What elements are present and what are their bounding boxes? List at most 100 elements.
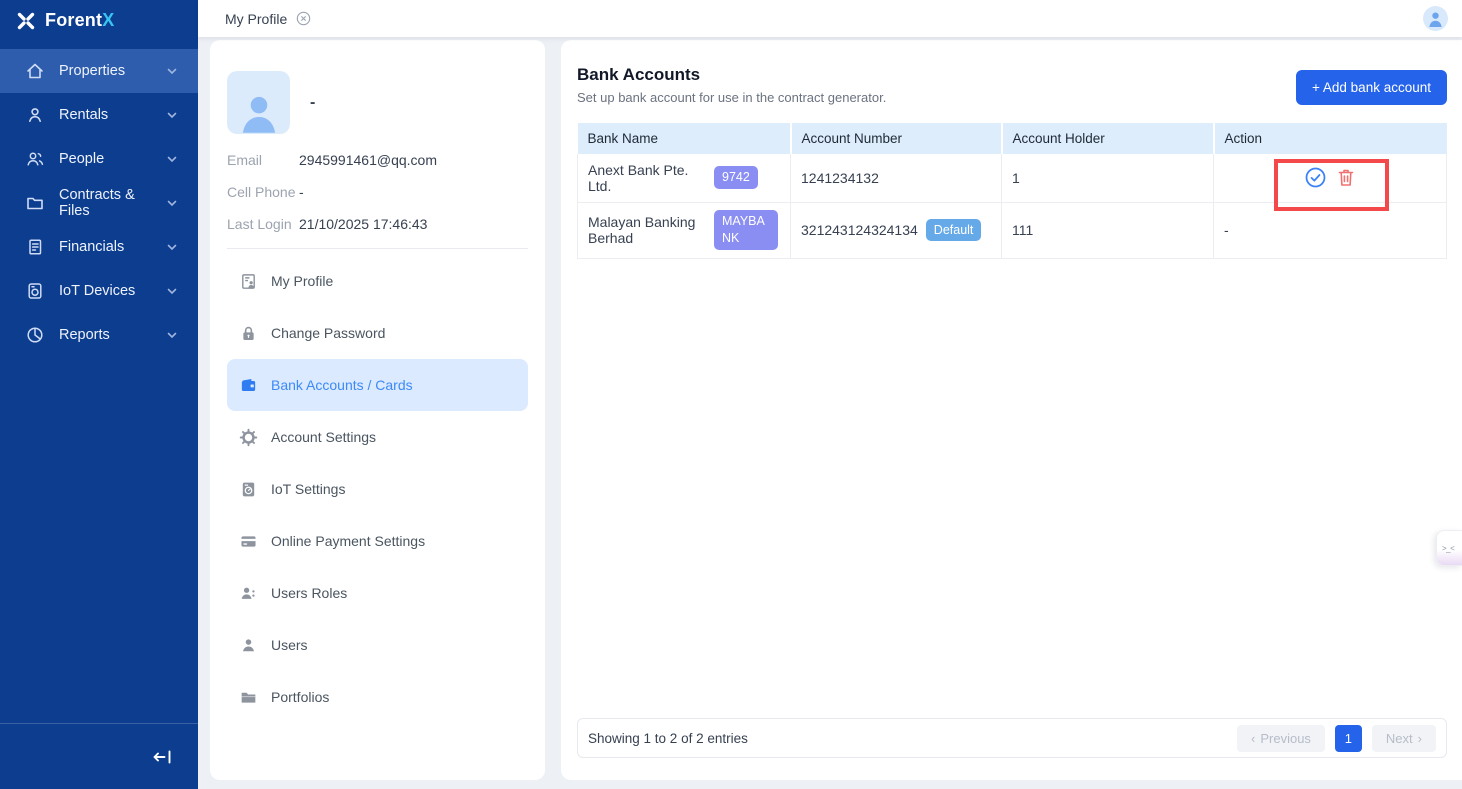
page-1-button[interactable]: 1 (1335, 725, 1362, 752)
table-footer: Showing 1 to 2 of 2 entries ‹ Previous 1… (577, 718, 1447, 758)
profile-field-last-login: Last Login 21/10/2025 17:46:43 (227, 216, 528, 232)
add-bank-account-button[interactable]: + Add bank account (1296, 70, 1447, 105)
sidebar-item-properties[interactable]: Properties (0, 49, 198, 93)
main-area: My Profile - Email 2945991461@qq.com Cel (198, 0, 1462, 789)
users-roles-icon (239, 584, 258, 603)
cell-bank-name: Malayan Banking Berhad MAYBANK (578, 202, 791, 258)
table-header-row: Bank Name Account Number Account Holder … (578, 123, 1447, 154)
profile-display-name: - (310, 94, 315, 112)
bank-code-badge: MAYBANK (714, 210, 778, 250)
feedback-widget-tab[interactable]: >_< (1436, 530, 1462, 566)
people-icon (25, 149, 45, 169)
cell-bank-name: Anext Bank Pte. Ltd. 9742 (578, 154, 791, 202)
profile-menu: My Profile Change Password Bank Accounts… (227, 255, 528, 723)
cell-action (1214, 154, 1447, 202)
close-circle-icon[interactable] (296, 11, 311, 26)
brand: ForentX (0, 0, 198, 41)
chevron-down-icon (166, 241, 178, 253)
menu-item-users-roles[interactable]: Users Roles (227, 567, 528, 619)
menu-item-portfolios[interactable]: Portfolios (227, 671, 528, 723)
tab-label: My Profile (225, 11, 287, 27)
menu-item-bank-accounts-cards[interactable]: Bank Accounts / Cards (227, 359, 528, 411)
cell-action: - (1214, 202, 1447, 258)
menu-item-online-payment-settings[interactable]: Online Payment Settings (227, 515, 528, 567)
sidebar-item-reports[interactable]: Reports (0, 313, 198, 357)
profile-header: - (227, 71, 528, 134)
cell-account-number: 321243124324134 Default (791, 202, 1002, 258)
user-icon (239, 636, 258, 655)
delete-trash-icon[interactable] (1336, 167, 1356, 188)
brand-logo-icon (16, 11, 36, 31)
user-avatar-icon (1426, 10, 1445, 27)
next-page-button[interactable]: Next › (1372, 725, 1436, 752)
chevron-down-icon (166, 153, 178, 165)
chevron-down-icon (166, 109, 178, 121)
menu-item-my-profile[interactable]: My Profile (227, 255, 528, 307)
column-header-bank-name: Bank Name (578, 123, 791, 154)
emoticon-face: >_< (1442, 544, 1454, 553)
content-area: - Email 2945991461@qq.com Cell Phone - L… (198, 37, 1462, 789)
default-badge: Default (926, 219, 982, 242)
chevron-right-icon: › (1418, 731, 1422, 746)
pagination: ‹ Previous 1 Next › (1237, 725, 1436, 752)
chevron-down-icon (166, 65, 178, 77)
profile-avatar (227, 71, 290, 134)
approve-check-icon[interactable] (1304, 166, 1327, 189)
document-icon (25, 237, 45, 257)
column-header-action: Action (1214, 123, 1447, 154)
table-row: Malayan Banking Berhad MAYBANK 321243124… (578, 202, 1447, 258)
menu-item-users[interactable]: Users (227, 619, 528, 671)
bank-panel-header: Bank Accounts Set up bank account for us… (577, 65, 1447, 105)
person-icon (25, 105, 45, 125)
wallet-icon (239, 376, 258, 395)
cell-account-holder: 111 (1002, 202, 1214, 258)
brand-name: ForentX (45, 10, 114, 31)
gear-icon (239, 428, 258, 447)
sidebar-item-iot-devices[interactable]: IoT Devices (0, 269, 198, 313)
column-header-account-holder: Account Holder (1002, 123, 1214, 154)
user-avatar[interactable] (1423, 6, 1448, 31)
chevron-left-icon: ‹ (1251, 731, 1255, 746)
sidebar-item-rentals[interactable]: Rentals (0, 93, 198, 137)
pie-chart-icon (25, 325, 45, 345)
folder-filled-icon (239, 688, 258, 707)
cell-account-holder: 1 (1002, 154, 1214, 202)
menu-item-account-settings[interactable]: Account Settings (227, 411, 528, 463)
entries-summary: Showing 1 to 2 of 2 entries (588, 731, 748, 746)
page-subtitle: Set up bank account for use in the contr… (577, 90, 886, 105)
tab-my-profile[interactable]: My Profile (225, 11, 311, 27)
profile-field-email: Email 2945991461@qq.com (227, 152, 528, 168)
sidebar-item-financials[interactable]: Financials (0, 225, 198, 269)
sidebar-nav: Properties Rentals People Contracts & Fi… (0, 49, 198, 357)
sidebar: ForentX Properties Rentals People (0, 0, 198, 789)
credit-card-icon (239, 532, 258, 551)
bank-accounts-table: Bank Name Account Number Account Holder … (577, 123, 1447, 259)
column-header-account-number: Account Number (791, 123, 1002, 154)
previous-page-button[interactable]: ‹ Previous (1237, 725, 1325, 752)
iot-device-icon (239, 480, 258, 499)
chevron-down-icon (166, 329, 178, 341)
menu-item-change-password[interactable]: Change Password (227, 307, 528, 359)
lock-icon (239, 324, 258, 343)
profile-field-cell-phone: Cell Phone - (227, 184, 528, 200)
sidebar-item-people[interactable]: People (0, 137, 198, 181)
sidebar-footer (0, 723, 198, 789)
tab-bar: My Profile (198, 0, 1462, 37)
profile-card-icon (239, 272, 258, 291)
profile-card: - Email 2945991461@qq.com Cell Phone - L… (210, 40, 545, 780)
folder-icon (25, 193, 45, 213)
table-row: Anext Bank Pte. Ltd. 9742 1241234132 1 (578, 154, 1447, 202)
plus-icon: + (1312, 80, 1320, 95)
collapse-sidebar-icon[interactable] (151, 747, 173, 767)
chevron-down-icon (166, 197, 178, 209)
cell-account-number: 1241234132 (791, 154, 1002, 202)
page-title: Bank Accounts (577, 65, 886, 85)
divider (227, 248, 528, 249)
user-avatar-icon (236, 90, 282, 134)
bank-accounts-panel: Bank Accounts Set up bank account for us… (561, 40, 1462, 780)
menu-item-iot-settings[interactable]: IoT Settings (227, 463, 528, 515)
bank-code-badge: 9742 (714, 166, 758, 189)
iot-device-icon (25, 281, 45, 301)
sidebar-item-contracts-files[interactable]: Contracts & Files (0, 181, 198, 225)
home-icon (25, 61, 45, 81)
